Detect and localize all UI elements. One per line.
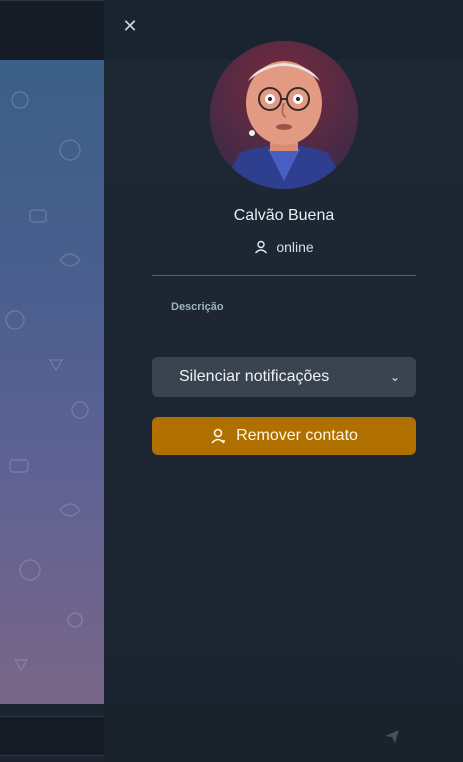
status-text: online	[276, 239, 314, 255]
app-window: ✕ Calvão Buena online Descrição Silencia…	[0, 0, 463, 762]
description-label: Descrição	[171, 301, 224, 313]
divider	[152, 275, 416, 276]
chevron-down-icon: ⌄	[389, 370, 400, 384]
panel-footer	[104, 704, 463, 762]
avatar[interactable]	[210, 41, 358, 189]
avatar-image	[210, 41, 358, 189]
send-icon	[385, 730, 399, 743]
message-composer[interactable]	[0, 716, 104, 756]
user-icon	[255, 240, 268, 254]
remove-contact-label: Remover contato	[236, 427, 358, 444]
close-button[interactable]: ✕	[118, 14, 142, 38]
contact-status: online	[152, 239, 416, 255]
contact-name: Calvão Buena	[233, 207, 335, 224]
mute-notifications-select[interactable]: Silenciar notificações ⌄	[152, 357, 416, 397]
chat-gap	[0, 704, 104, 716]
mute-select-value: Silenciar notificações	[179, 368, 330, 385]
chat-header	[0, 0, 104, 60]
close-icon: ✕	[122, 15, 138, 36]
remove-contact-button[interactable]: Remover contato	[152, 417, 416, 455]
user-icon	[211, 428, 226, 444]
wallpaper-pattern	[5, 91, 89, 672]
chat-wallpaper	[0, 60, 104, 704]
